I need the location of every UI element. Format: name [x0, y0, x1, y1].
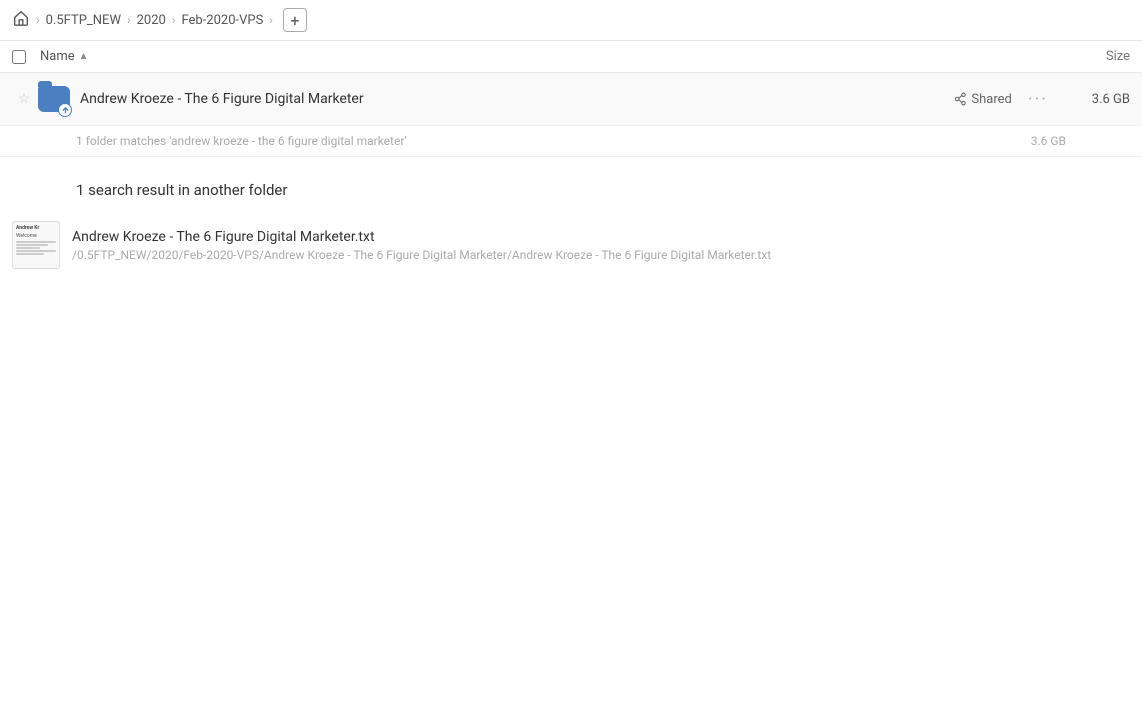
breadcrumb-item-1[interactable]: 0.5FTP_NEW — [46, 13, 121, 28]
other-results-header: 1 search result in another folder — [0, 157, 1142, 211]
size-column-header[interactable]: Size — [1050, 49, 1130, 64]
breadcrumb-sep-3: › — [172, 13, 176, 27]
star-icon: ☆ — [18, 91, 31, 107]
table-header: Name ▲ Size — [0, 41, 1142, 73]
more-options-button[interactable]: ··· — [1028, 89, 1048, 110]
breadcrumb-item-2[interactable]: 2020 — [137, 13, 166, 28]
thumb-line-2 — [16, 244, 48, 246]
folder-row[interactable]: ☆ Andrew Kroeze - The 6 Figure Digital M… — [0, 73, 1142, 126]
home-icon[interactable] — [12, 9, 30, 32]
shared-badge: Shared — [953, 92, 1011, 107]
other-results-label: 1 search result in another folder — [76, 181, 287, 199]
breadcrumb-item-3[interactable]: Feb-2020-VPS — [181, 13, 263, 28]
folder-badge — [58, 103, 72, 117]
select-all-checkbox[interactable] — [12, 50, 26, 64]
shared-label: Shared — [971, 92, 1011, 107]
thumb-line-3 — [16, 247, 40, 249]
folder-icon-wrap — [36, 81, 72, 117]
breadcrumb-sep-4: › — [269, 13, 273, 27]
match-info-text: 1 folder matches 'andrew kroeze - the 6 … — [76, 134, 407, 148]
file-info: Andrew Kroeze - The 6 Figure Digital Mar… — [72, 229, 1130, 262]
folder-size: 3.6 GB — [1060, 92, 1130, 107]
share-icon — [953, 92, 967, 106]
breadcrumb: › 0.5FTP_NEW › 2020 › Feb-2020-VPS › + — [0, 0, 1142, 41]
add-tab-button[interactable]: + — [283, 8, 307, 32]
folder-name: Andrew Kroeze - The 6 Figure Digital Mar… — [80, 91, 953, 107]
file-path: /0.5FTP_NEW/2020/Feb-2020-VPS/Andrew Kro… — [72, 248, 1130, 262]
name-column-label: Name — [40, 49, 75, 64]
thumb-sub: Welcome — [16, 233, 56, 239]
thumb-title: Andrew Kr — [16, 225, 56, 231]
file-thumbnail: Andrew Kr Welcome — [12, 221, 60, 269]
thumb-line-1 — [16, 241, 56, 243]
match-info-row: 1 folder matches 'andrew kroeze - the 6 … — [0, 126, 1142, 157]
sort-arrow-icon: ▲ — [79, 51, 89, 62]
breadcrumb-sep-2: › — [127, 13, 131, 27]
breadcrumb-sep-1: › — [36, 13, 40, 27]
select-all-checkbox-col[interactable] — [12, 50, 40, 64]
file-name: Andrew Kroeze - The 6 Figure Digital Mar… — [72, 229, 1130, 245]
file-result-row[interactable]: Andrew Kr Welcome Andrew Kroeze - The 6 … — [0, 211, 1142, 279]
thumb-line-4 — [16, 250, 56, 252]
star-button[interactable]: ☆ — [12, 91, 36, 107]
name-column-header[interactable]: Name ▲ — [40, 49, 1050, 64]
match-info-size: 3.6 GB — [1031, 134, 1066, 148]
thumb-line-5 — [16, 253, 44, 255]
